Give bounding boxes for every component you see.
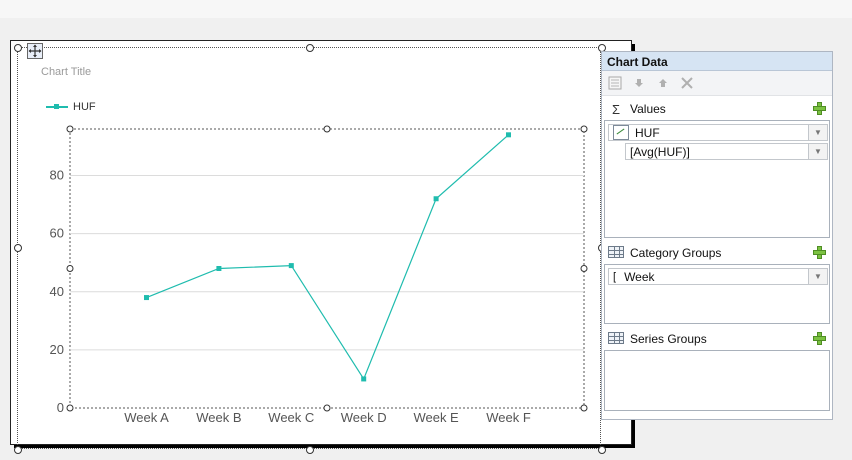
plot-resize-handle[interactable]	[66, 404, 74, 412]
delete-icon[interactable]	[678, 74, 696, 92]
series-points	[144, 132, 511, 382]
value-expression-field[interactable]: [Avg(HUF)] ▼	[625, 143, 828, 160]
category-group-field[interactable]: [ Week ▼	[608, 268, 828, 285]
data-point[interactable]	[433, 196, 439, 202]
value-expression: [Avg(HUF)]	[630, 144, 690, 159]
category-group-name: Week	[624, 269, 655, 284]
y-tick-label: 60	[50, 226, 64, 241]
values-section-header: Σ Values	[602, 98, 832, 120]
add-value-button[interactable]	[813, 102, 826, 115]
data-point[interactable]	[144, 295, 149, 301]
grid-icon	[608, 331, 624, 344]
x-tick-label: Week B	[196, 410, 241, 425]
plot-resize-handle[interactable]	[66, 265, 74, 272]
series-line-huf	[146, 134, 509, 381]
properties-icon[interactable]	[606, 74, 624, 92]
arrow-down-icon[interactable]	[630, 74, 648, 92]
plot-resize-handle[interactable]	[323, 404, 331, 412]
plot-resize-handle[interactable]	[580, 404, 588, 412]
x-tick-label: Week D	[341, 410, 387, 425]
plot-resize-handle[interactable]	[580, 265, 588, 272]
data-point[interactable]	[361, 376, 367, 382]
values-list: HUF ▼ [Avg(HUF)] ▼	[604, 120, 830, 238]
y-tick-label: 0	[57, 400, 64, 415]
grid-icon	[608, 245, 624, 258]
values-label: Values	[630, 102, 666, 116]
series-groups-list	[604, 350, 830, 411]
chevron-down-icon[interactable]: ▼	[808, 144, 827, 159]
x-tick-label: Week E	[413, 410, 459, 425]
series-groups-label: Series Groups	[630, 332, 707, 346]
arrow-up-icon[interactable]	[654, 74, 672, 92]
bracket-icon: [	[613, 270, 617, 283]
y-tick-label: 20	[50, 342, 64, 357]
line-series-icon	[613, 125, 629, 140]
category-groups-header: Category Groups	[602, 242, 832, 264]
chart-data-panel: Chart Data Σ Values HUF ▼ [Avg(HUF)] ▼ C…	[601, 51, 833, 420]
x-tick-label: Week C	[268, 410, 314, 425]
chevron-down-icon[interactable]: ▼	[808, 269, 827, 284]
sigma-icon: Σ	[611, 101, 621, 117]
y-tick-label: 80	[50, 168, 64, 183]
panel-toolbar	[602, 71, 832, 96]
add-category-group-button[interactable]	[813, 246, 826, 259]
plot-resize-handle[interactable]	[66, 125, 74, 133]
plot-resize-handle[interactable]	[580, 125, 588, 133]
y-axis-ticks: 0 20 40 60 80	[50, 168, 64, 416]
chevron-down-icon[interactable]: ▼	[808, 125, 827, 140]
x-axis-ticks: Week A Week B Week C Week D Week E Week F	[124, 410, 531, 425]
data-point[interactable]	[288, 263, 294, 269]
data-point[interactable]	[216, 266, 222, 271]
category-groups-label: Category Groups	[630, 246, 722, 260]
add-series-group-button[interactable]	[813, 332, 826, 345]
value-series-field[interactable]: HUF ▼	[608, 124, 828, 141]
panel-title: Chart Data	[602, 52, 832, 71]
category-groups-list: [ Week ▼	[604, 264, 830, 324]
gridlines	[70, 175, 584, 351]
x-tick-label: Week F	[486, 410, 531, 425]
y-tick-label: 40	[50, 284, 64, 299]
x-tick-label: Week A	[124, 410, 169, 425]
series-groups-header: Series Groups	[602, 328, 832, 350]
plot-resize-handle[interactable]	[323, 125, 331, 133]
plot-area	[69, 128, 585, 409]
value-series-name: HUF	[635, 125, 660, 140]
data-point[interactable]	[506, 132, 511, 138]
plot-area-handles	[66, 125, 588, 412]
